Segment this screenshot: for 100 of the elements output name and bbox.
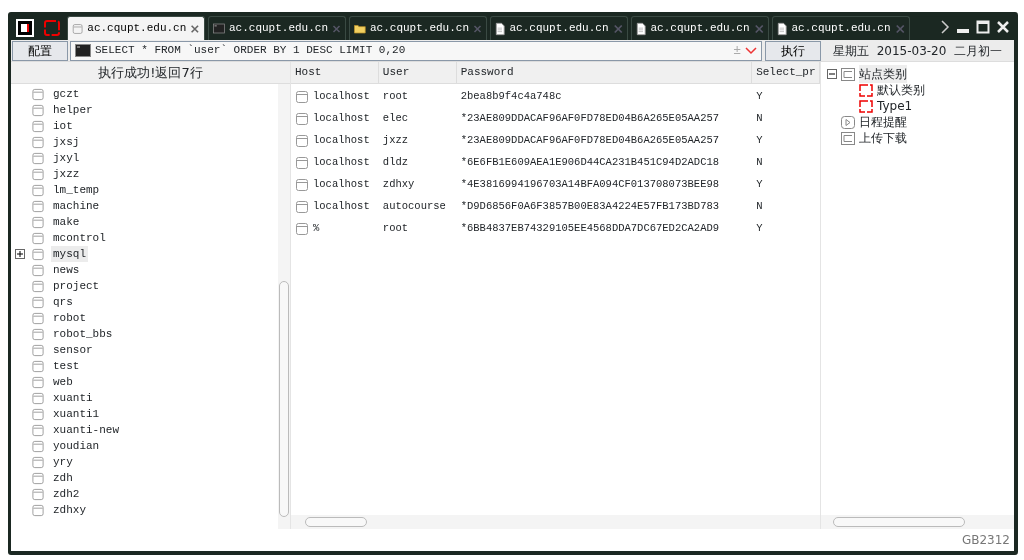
database-item[interactable]: zdh [51, 469, 75, 487]
encoding-label: GB2312 [961, 532, 1010, 549]
database-item[interactable]: jxzz [51, 165, 82, 183]
database-item[interactable]: zdhxy [51, 501, 88, 519]
database-item[interactable]: xuanti [51, 389, 95, 407]
database-item[interactable]: web [51, 373, 75, 391]
query-field[interactable]: SELECT * FROM `user` ORDER BY 1 DESC LIMIT 0,20 ± [70, 40, 762, 61]
table-cell-text: *23AE809DDACAF96AF0FD78ED04B6A265E05AA257 [459, 133, 720, 149]
table-cell-text: % [312, 221, 320, 237]
panel-icon [841, 67, 855, 81]
database-item[interactable]: news [51, 261, 82, 279]
execute-button[interactable]: 执行 [765, 40, 821, 61]
tree-item[interactable]: Type1 [877, 97, 913, 115]
database-item[interactable]: qrs [51, 293, 75, 311]
database-item[interactable]: sensor [51, 341, 95, 359]
table-cell-text: *6E6FB1E609AEA1E906D44CA231B451C94D2ADC18 [459, 155, 720, 171]
app-menu-button[interactable] [13, 16, 37, 40]
database-item[interactable]: youdian [51, 437, 102, 455]
tab[interactable]: ac.cqupt.edu.cn [631, 16, 769, 40]
database-icon [31, 87, 45, 101]
vertical-scrollbar[interactable] [278, 84, 290, 529]
table-cell-text: localhost [312, 177, 370, 193]
console-icon [75, 44, 91, 57]
close-icon[interactable] [996, 20, 1010, 34]
database-icon [31, 343, 45, 357]
database-icon [31, 279, 45, 293]
maximize-icon[interactable] [976, 20, 990, 34]
dropdown-caret-icon[interactable] [745, 46, 757, 55]
database-icon [31, 167, 45, 181]
file-icon [777, 21, 788, 36]
tree-item[interactable]: 上传下载 [859, 129, 907, 147]
database-item[interactable]: yry [51, 453, 75, 471]
chevron-right-icon[interactable] [940, 19, 950, 35]
database-icon [31, 103, 45, 117]
database-item[interactable]: robot [51, 309, 88, 327]
tab[interactable]: ac.cqupt.edu.cn [349, 16, 487, 40]
table-cell-text: autocourse [381, 199, 446, 215]
database-icon [31, 151, 45, 165]
table-cell-text: dldz [381, 155, 409, 171]
database-item[interactable]: machine [51, 197, 102, 215]
database-icon [31, 391, 45, 405]
database-icon [295, 112, 309, 126]
scroll-thumb[interactable] [305, 517, 367, 527]
tab[interactable]: ac.cqupt.edu.cn [490, 16, 628, 40]
database-icon [31, 215, 45, 229]
expand-icon[interactable] [15, 249, 25, 259]
database-icon [295, 178, 309, 192]
collapse-icon[interactable] [827, 69, 837, 79]
config-button[interactable]: 配置 [12, 40, 68, 61]
database-item[interactable]: robot_bbs [51, 325, 115, 343]
database-item[interactable]: gczt [51, 85, 82, 103]
database-item[interactable]: helper [51, 101, 95, 119]
column-header[interactable]: User [378, 61, 457, 84]
tab[interactable]: ac.cqupt.edu.cn [208, 16, 346, 40]
tree-item[interactable]: 日程提醒 [859, 113, 907, 131]
panel-icon [841, 131, 855, 145]
tree-item[interactable]: 站点类别 [859, 65, 907, 83]
table-cell-text: zdhxy [381, 177, 415, 193]
database-icon [31, 135, 45, 149]
database-item[interactable]: make [51, 213, 82, 231]
database-icon [31, 439, 45, 453]
table-cell-text: *4E3816994196703A14BFA094CF013708073BEE98 [459, 177, 720, 193]
table-cell-text: *6BB4837EB74329105EE4568DDA7DC67ED2CA2AD9 [459, 221, 720, 237]
database-item[interactable]: project [51, 277, 102, 295]
table-cell-text: *23AE809DDACAF96AF0FD78ED04B6A265E05AA257 [459, 111, 720, 127]
database-icon [31, 231, 45, 245]
database-item[interactable]: xuanti1 [51, 405, 102, 423]
database-icon [72, 21, 84, 36]
database-icon [295, 156, 309, 170]
tree-item[interactable]: 默认类别 [877, 81, 925, 99]
table-cell-text: N [755, 111, 763, 127]
database-item[interactable]: lm_temp [51, 181, 102, 199]
database-icon [295, 134, 309, 148]
table-cell-text: Y [755, 89, 763, 105]
database-icon [31, 455, 45, 469]
database-icon [31, 375, 45, 389]
database-item[interactable]: zdh2 [51, 485, 82, 503]
scroll-thumb[interactable] [833, 517, 965, 527]
scroll-thumb[interactable] [279, 281, 289, 517]
database-icon [31, 471, 45, 485]
database-icon [295, 90, 309, 104]
column-header[interactable]: Select_pr [752, 61, 820, 84]
database-item[interactable]: mysql [51, 245, 88, 263]
database-item[interactable]: mcontrol [51, 229, 108, 247]
database-item[interactable]: test [51, 357, 82, 375]
database-icon [31, 199, 45, 213]
dashed-square-icon [43, 19, 61, 37]
tab[interactable]: ac.cqupt.edu.cn [772, 16, 910, 40]
tab[interactable]: ac.cqupt.edu.cn [67, 16, 205, 40]
app-logo-icon [16, 19, 34, 37]
database-icon [31, 263, 45, 277]
horizontal-scrollbar[interactable] [821, 515, 1014, 529]
column-header[interactable]: Password [456, 61, 753, 84]
column-header[interactable]: Host [291, 61, 379, 84]
database-item[interactable]: xuanti-new [51, 421, 121, 439]
horizontal-scrollbar[interactable] [291, 515, 820, 529]
database-item[interactable]: jxsj [51, 133, 82, 151]
database-item[interactable]: iot [51, 117, 75, 135]
database-item[interactable]: jxyl [51, 149, 82, 167]
table-cell-text: Y [755, 221, 763, 237]
